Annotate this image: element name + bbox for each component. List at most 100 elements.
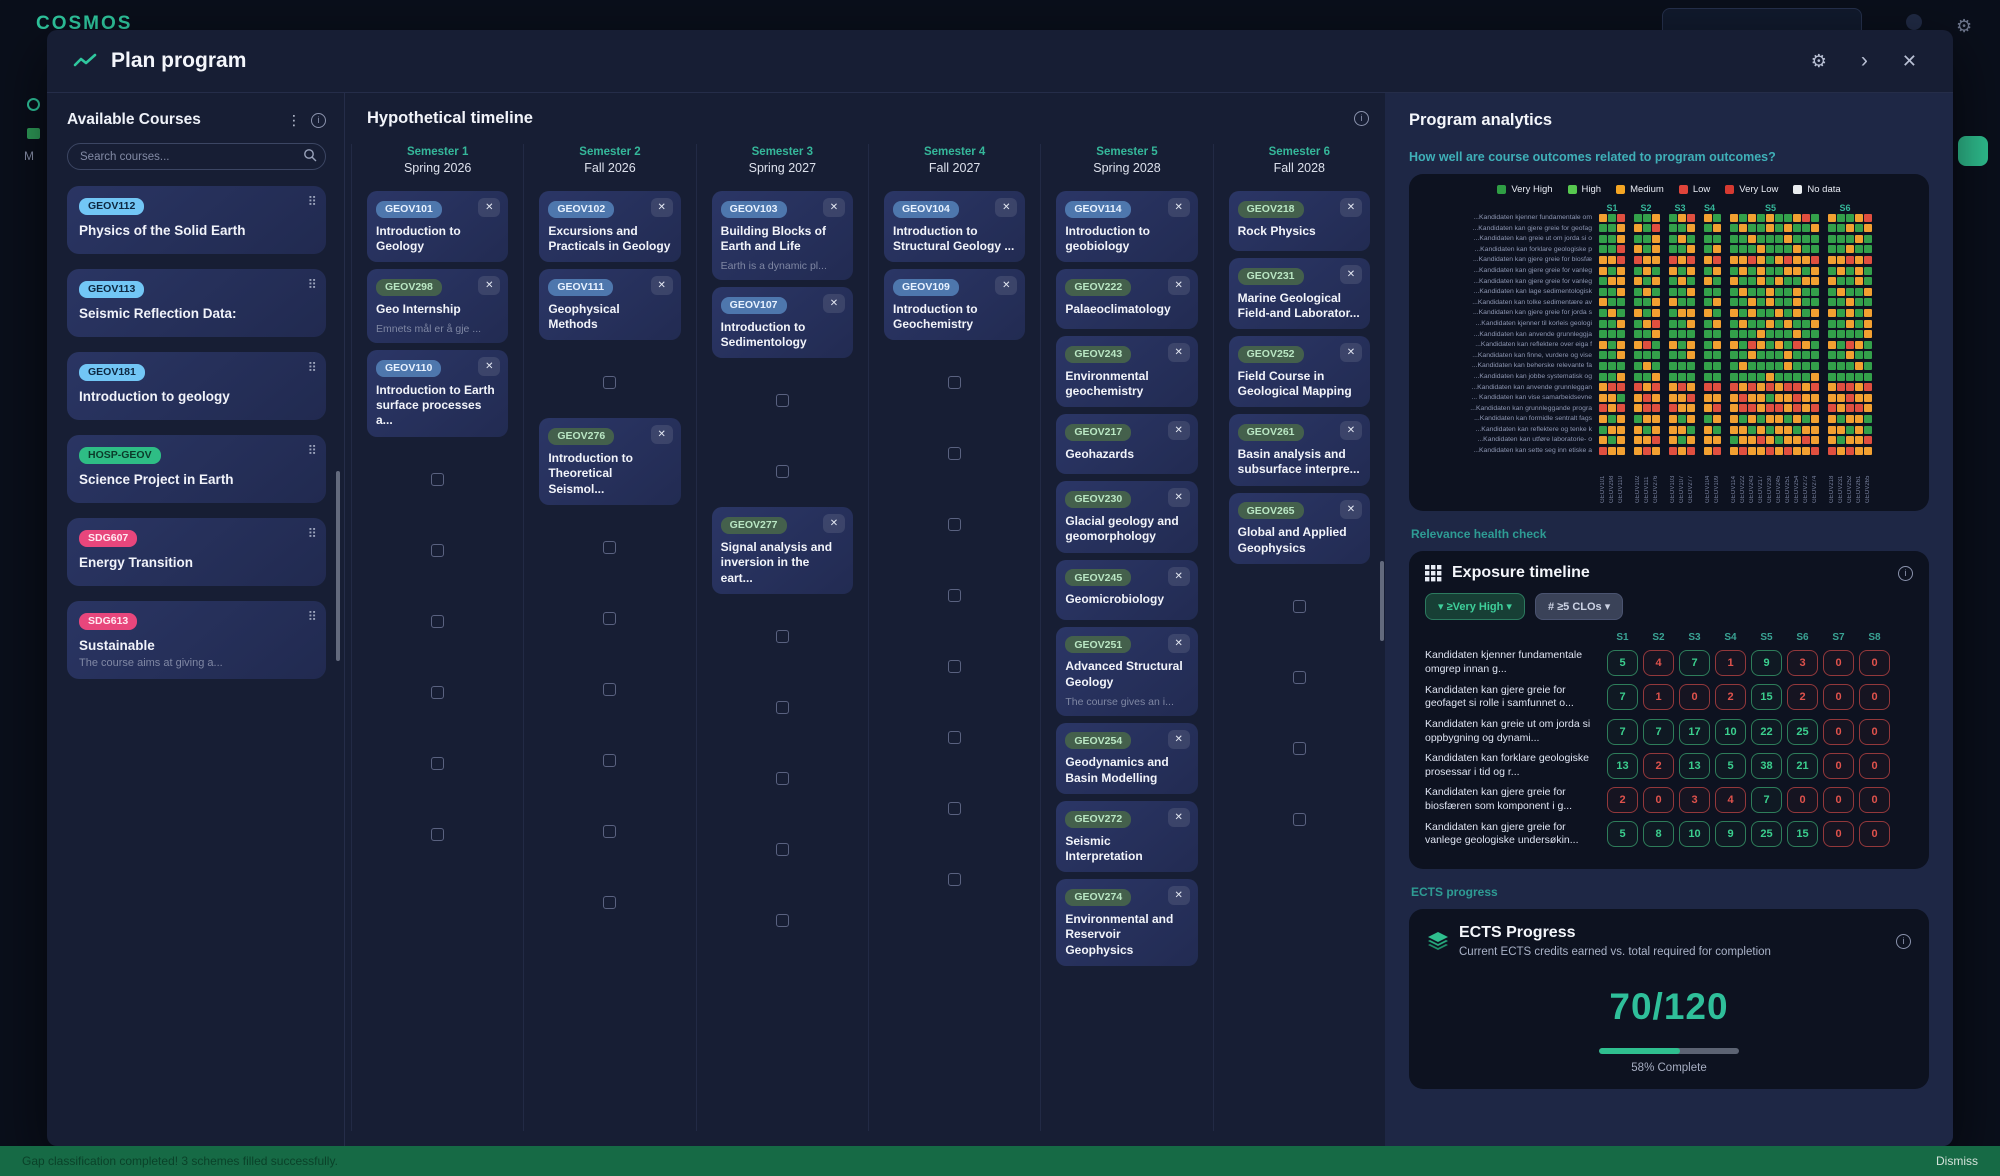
remove-course-button[interactable]: ✕ [1340,421,1362,440]
empty-slot[interactable] [524,512,695,583]
empty-slot[interactable] [697,743,868,814]
empty-slot[interactable] [869,418,1040,489]
remove-course-button[interactable]: ✕ [1168,488,1190,507]
timeline-course-card[interactable]: GEOV104✕Introduction to Structural Geolo… [884,191,1025,262]
remove-course-button[interactable]: ✕ [1168,276,1190,295]
background-add-button[interactable] [1958,136,1988,166]
remove-course-button[interactable]: ✕ [478,198,500,217]
timeline-course-card[interactable]: GEOV103✕Building Blocks of Earth and Lif… [712,191,853,280]
timeline-course-card[interactable]: GEOV217✕Geohazards [1056,414,1197,474]
empty-slot[interactable] [524,725,695,796]
timeline-scrollbar[interactable] [1380,561,1384,641]
remove-course-button[interactable]: ✕ [478,276,500,295]
remove-course-button[interactable]: ✕ [651,198,673,217]
empty-slot[interactable] [869,631,1040,702]
timeline-course-card[interactable]: GEOV265✕Global and Applied Geophysics [1229,493,1370,564]
timeline-course-card[interactable]: GEOV231✕Marine Geological Field-and Labo… [1229,258,1370,329]
timeline-course-card[interactable]: GEOV222✕Palaeoclimatology [1056,269,1197,329]
empty-slot[interactable] [352,657,523,728]
remove-course-button[interactable]: ✕ [1340,265,1362,284]
empty-slot[interactable] [524,347,695,418]
empty-slot[interactable] [1214,571,1385,642]
course-card[interactable]: GEOV112⠿Physics of the Solid Earth [67,186,326,254]
empty-slot[interactable] [697,365,868,436]
timeline-course-card[interactable]: GEOV101✕Introduction to Geology [367,191,508,262]
remove-course-button[interactable]: ✕ [651,276,673,295]
filter-very-high-chip[interactable]: ▾ ≥Very High ▾ [1425,593,1525,620]
timeline-course-card[interactable]: GEOV254✕Geodynamics and Basin Modelling [1056,723,1197,794]
timeline-course-card[interactable]: GEOV276✕Introduction to Theoretical Seis… [539,418,680,505]
empty-slot[interactable] [697,814,868,885]
course-card[interactable]: HOSP-GEOV⠿Science Project in Earth [67,435,326,503]
remove-course-button[interactable]: ✕ [1168,886,1190,905]
remove-course-button[interactable]: ✕ [823,198,845,217]
sidebar-scrollbar[interactable] [336,471,340,661]
remove-course-button[interactable]: ✕ [823,294,845,313]
remove-course-button[interactable]: ✕ [995,276,1017,295]
empty-slot[interactable] [869,347,1040,418]
remove-course-button[interactable]: ✕ [651,425,673,444]
drag-handle-icon[interactable]: ⠿ [307,443,316,459]
empty-slot[interactable] [524,654,695,725]
background-gear-icon[interactable]: ⚙ [1956,16,1972,37]
exposure-info-icon[interactable]: i [1898,566,1913,581]
timeline-course-card[interactable]: GEOV109✕Introduction to Geochemistry [884,269,1025,340]
filter-clos-chip[interactable]: # ≥5 CLOs ▾ [1535,593,1623,620]
empty-slot[interactable] [869,773,1040,844]
ects-info-icon[interactable]: i [1896,934,1911,949]
remove-course-button[interactable]: ✕ [1168,808,1190,827]
empty-slot[interactable] [869,844,1040,915]
timeline-course-card[interactable]: GEOV252✕Field Course in Geological Mappi… [1229,336,1370,407]
drag-handle-icon[interactable]: ⠿ [307,609,316,625]
kebab-menu-icon[interactable]: ⋮ [287,112,301,129]
empty-slot[interactable] [869,489,1040,560]
course-card[interactable]: GEOV181⠿Introduction to geology [67,352,326,420]
drag-handle-icon[interactable]: ⠿ [307,277,316,293]
remove-course-button[interactable]: ✕ [1168,567,1190,586]
timeline-course-card[interactable]: GEOV277✕Signal analysis and inversion in… [712,507,853,594]
empty-slot[interactable] [352,728,523,799]
chevron-right-icon[interactable]: › [1851,49,1878,73]
remove-course-button[interactable]: ✕ [1168,343,1190,362]
empty-slot[interactable] [352,515,523,586]
sidebar-info-icon[interactable]: i [311,113,326,128]
timeline-course-card[interactable]: GEOV107✕Introduction to Sedimentology [712,287,853,358]
timeline-course-card[interactable]: GEOV274✕Environmental and Reservoir Geop… [1056,879,1197,966]
timeline-course-card[interactable]: GEOV111✕Geophysical Methods [539,269,680,340]
timeline-course-card[interactable]: GEOV261✕Basin analysis and subsurface in… [1229,414,1370,485]
timeline-course-card[interactable]: GEOV272✕Seismic Interpretation [1056,801,1197,872]
timeline-course-card[interactable]: GEOV102✕Excursions and Practicals in Geo… [539,191,680,262]
timeline-course-card[interactable]: GEOV298✕Geo InternshipEmnets mål er å gj… [367,269,508,343]
empty-slot[interactable] [869,560,1040,631]
timeline-course-card[interactable]: GEOV218✕Rock Physics [1229,191,1370,251]
timeline-course-card[interactable]: GEOV114✕Introduction to geobiology [1056,191,1197,262]
timeline-info-icon[interactable]: i [1354,111,1369,126]
timeline-course-card[interactable]: GEOV245✕Geomicrobiology [1056,560,1197,620]
remove-course-button[interactable]: ✕ [1168,421,1190,440]
timeline-course-card[interactable]: GEOV230✕Glacial geology and geomorpholog… [1056,481,1197,552]
empty-slot[interactable] [352,799,523,870]
empty-slot[interactable] [524,867,695,938]
timeline-course-card[interactable]: GEOV243✕Environmental geochemistry [1056,336,1197,407]
search-input[interactable] [67,143,326,170]
drag-handle-icon[interactable]: ⠿ [307,194,316,210]
remove-course-button[interactable]: ✕ [1340,500,1362,519]
course-card[interactable]: GEOV113⠿Seismic Reflection Data: [67,269,326,337]
remove-course-button[interactable]: ✕ [1340,343,1362,362]
empty-slot[interactable] [352,586,523,657]
empty-slot[interactable] [352,444,523,515]
course-card[interactable]: SDG613⠿SustainableThe course aims at giv… [67,601,326,679]
remove-course-button[interactable]: ✕ [1168,634,1190,653]
remove-course-button[interactable]: ✕ [995,198,1017,217]
toast-dismiss-button[interactable]: Dismiss [1936,1154,1978,1168]
empty-slot[interactable] [697,672,868,743]
remove-course-button[interactable]: ✕ [823,514,845,533]
timeline-course-card[interactable]: GEOV251✕Advanced Structural GeologyThe c… [1056,627,1197,716]
drag-handle-icon[interactable]: ⠿ [307,526,316,542]
empty-slot[interactable] [1214,713,1385,784]
empty-slot[interactable] [524,796,695,867]
remove-course-button[interactable]: ✕ [1168,198,1190,217]
empty-slot[interactable] [524,583,695,654]
empty-slot[interactable] [1214,784,1385,855]
empty-slot[interactable] [1214,642,1385,713]
